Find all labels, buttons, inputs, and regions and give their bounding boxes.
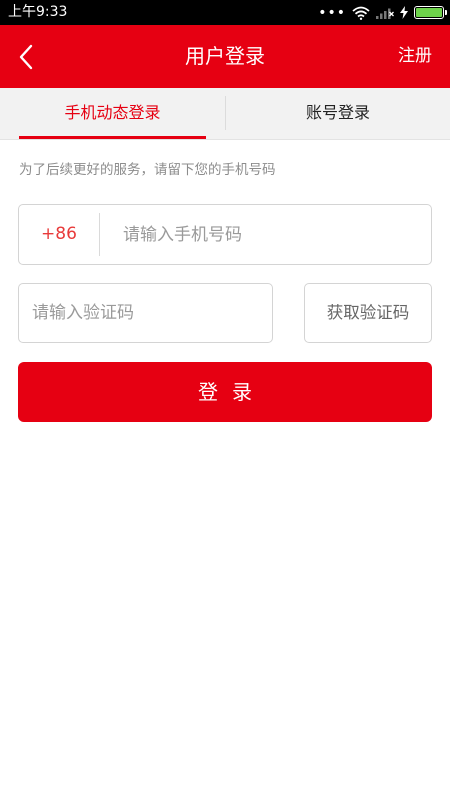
battery-icon — [414, 6, 447, 19]
tab-phone-dynamic-login[interactable]: 手机动态登录 — [0, 88, 225, 139]
login-button[interactable]: 登录 — [18, 362, 432, 422]
verification-code-field — [18, 283, 273, 343]
chevron-left-icon — [19, 44, 33, 70]
battery-level — [416, 8, 442, 17]
tab-account-login[interactable]: 账号登录 — [226, 88, 450, 139]
signal-dots-icon: ••• — [318, 4, 346, 21]
phone-input[interactable] — [123, 205, 423, 264]
phone-hint-text: 为了后续更好的服务，请留下您的手机号码 — [19, 162, 276, 178]
active-tab-indicator — [19, 136, 206, 139]
cellular-signal-icon — [376, 8, 394, 19]
status-bar: 上午9:33 ••• — [0, 0, 450, 25]
status-icons: ••• — [318, 3, 447, 22]
page-title: 用户登录 — [185, 44, 265, 68]
get-verification-code-button[interactable]: 获取验证码 — [304, 283, 432, 343]
charging-icon — [400, 6, 408, 19]
country-code[interactable]: +86 — [19, 205, 99, 264]
title-bar: 用户登录 注册 — [0, 25, 450, 88]
verification-code-input[interactable] — [32, 284, 267, 342]
register-button[interactable]: 注册 — [398, 25, 432, 88]
status-time: 上午9:33 — [8, 4, 68, 20]
wifi-icon — [352, 6, 370, 20]
field-divider — [99, 213, 100, 256]
back-button[interactable] — [8, 39, 44, 75]
login-tabs: 手机动态登录 账号登录 — [0, 88, 450, 140]
phone-field-group: +86 — [18, 204, 432, 265]
